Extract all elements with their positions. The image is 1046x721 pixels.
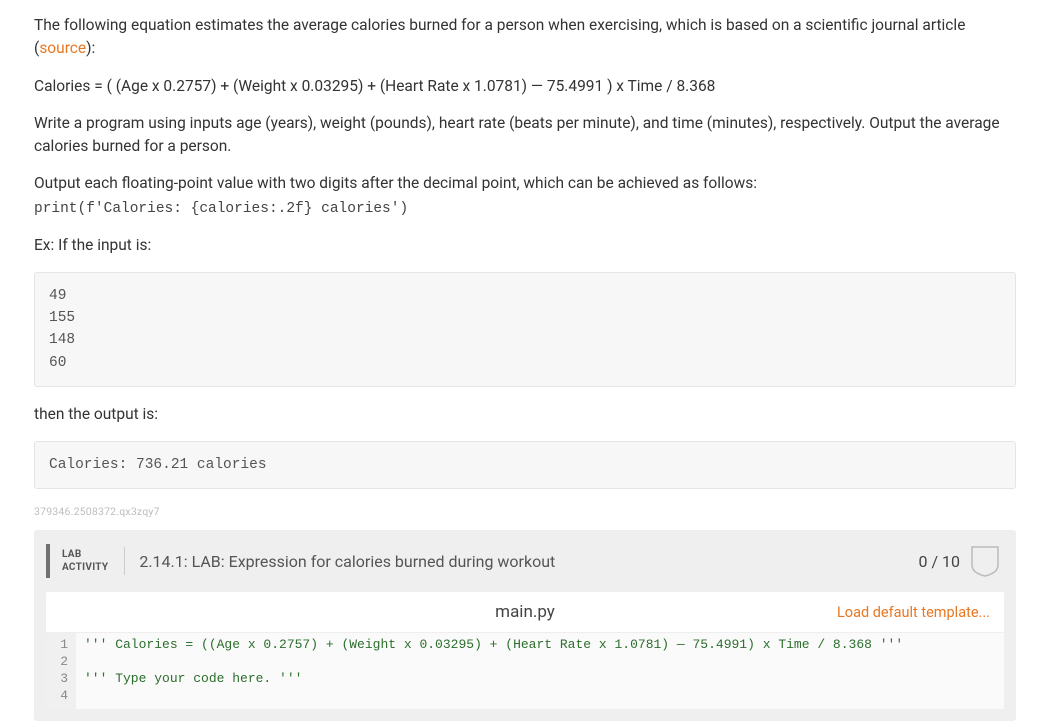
print-example-code: print(f'Calories: {calories:.2f} calorie…	[34, 201, 408, 217]
line-number: 3	[46, 671, 68, 688]
editor-header: main.py Load default template...	[46, 592, 1004, 633]
code-line[interactable]	[84, 654, 996, 671]
shield-icon	[970, 545, 1000, 577]
intro-text-post: ):	[86, 39, 95, 57]
formula-text: Calories = ( (Age x 0.2757) + (Weight x …	[34, 75, 1016, 98]
code-line[interactable]: ''' Calories = ((Age x 0.2757) + (Weight…	[84, 637, 996, 654]
lab-separator	[124, 547, 125, 575]
line-number: 2	[46, 654, 68, 671]
lab-badge-line2: ACTIVITY	[62, 561, 108, 574]
editor-body[interactable]: 1234 ''' Calories = ((Age x 0.2757) + (W…	[46, 633, 1004, 709]
output-format-paragraph: Output each floating-point value with tw…	[34, 172, 1016, 220]
problem-description: The following equation estimates the ave…	[34, 0, 1016, 489]
lab-title: 2.14.1: LAB: Expression for calories bur…	[139, 552, 918, 571]
line-number: 4	[46, 688, 68, 705]
code-line[interactable]: ''' Type your code here. '''	[84, 671, 996, 688]
intro-text: The following equation estimates the ave…	[34, 16, 965, 57]
lab-activity-container: LAB ACTIVITY 2.14.1: LAB: Expression for…	[34, 530, 1016, 721]
question-id: 379346.2508372.qx3zqy7	[34, 505, 1016, 518]
lab-score: 0 / 10	[918, 552, 960, 571]
code-editor: main.py Load default template... 1234 ''…	[46, 592, 1004, 709]
code-area[interactable]: ''' Calories = ((Age x 0.2757) + (Weight…	[76, 633, 1004, 709]
load-default-template-link[interactable]: Load default template...	[837, 604, 990, 621]
lab-badge-line1: LAB	[62, 548, 108, 561]
source-link[interactable]: source	[39, 39, 86, 57]
lab-badge: LAB ACTIVITY	[46, 544, 118, 578]
example-input-block: 49 155 148 60	[34, 272, 1016, 388]
lab-header: LAB ACTIVITY 2.14.1: LAB: Expression for…	[46, 530, 1004, 592]
intro-paragraph-1: The following equation estimates the ave…	[34, 14, 1016, 61]
instruction-paragraph: Write a program using inputs age (years)…	[34, 112, 1016, 159]
output-format-text: Output each floating-point value with tw…	[34, 174, 757, 192]
line-number: 1	[46, 637, 68, 654]
example-output-block: Calories: 736.21 calories	[34, 441, 1016, 489]
example-output-intro: then the output is:	[34, 403, 1016, 426]
code-line[interactable]	[84, 688, 996, 705]
line-number-gutter: 1234	[46, 633, 76, 709]
example-intro: Ex: If the input is:	[34, 234, 1016, 257]
